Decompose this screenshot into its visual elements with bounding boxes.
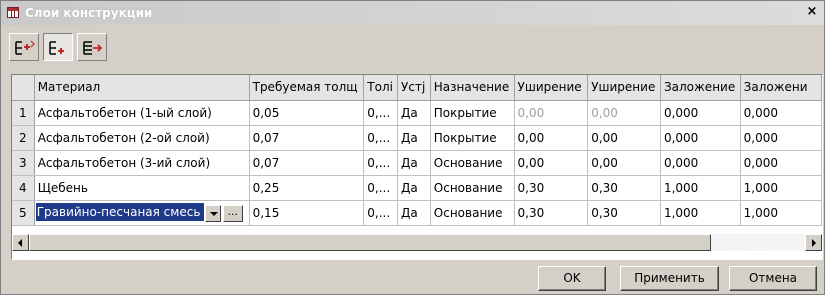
table-row[interactable]: 3 Асфальтобетон (3-ий слой) 0,07 0,... Д…	[12, 150, 822, 176]
insert-row-below-button[interactable]	[43, 33, 73, 61]
row-number[interactable]: 2	[12, 125, 35, 151]
cell-slope-right[interactable]: 1,000	[740, 200, 822, 226]
cell-purpose[interactable]: Покрытие	[430, 100, 515, 126]
cell-thickness[interactable]: 0,...	[363, 175, 399, 201]
close-button[interactable]: ×	[804, 4, 820, 20]
cell-slope-right[interactable]: 0,000	[740, 125, 822, 151]
layers-grid[interactable]: Материал Требуемая толщ Толі Устј Назнач…	[11, 74, 823, 260]
window-title: Слои конструкции	[25, 6, 153, 20]
column-header-slope-left[interactable]: Заложение	[660, 75, 741, 101]
table-row[interactable]: 4 Щебень 0,25 0,... Да Основание 0,30 0,…	[12, 175, 822, 201]
cell-slope-left[interactable]: 0,000	[660, 150, 741, 176]
insert-row-above-button[interactable]	[9, 33, 39, 61]
cell-material[interactable]: Асфальтобетон (2-ой слой)	[34, 125, 250, 151]
column-header-widening-left[interactable]: Уширение	[514, 75, 589, 101]
material-select-value[interactable]: Гравийно-песчаная смесь	[35, 202, 204, 221]
column-header-purpose[interactable]: Назначение	[430, 75, 515, 101]
table-row[interactable]: 2 Асфальтобетон (2-ой слой) 0,07 0,... Д…	[12, 125, 822, 151]
cell-stable[interactable]: Да	[397, 125, 431, 151]
cell-required-thickness[interactable]: 0,07	[249, 150, 365, 176]
cell-widening-right[interactable]: 0,30	[587, 175, 661, 201]
column-header-slope-right[interactable]: Заложени	[740, 75, 822, 101]
cell-required-thickness[interactable]: 0,25	[249, 175, 365, 201]
cell-material[interactable]: Асфальтобетон (3-ий слой)	[34, 150, 250, 176]
scrollbar-thumb[interactable]	[29, 234, 711, 251]
cell-widening-right[interactable]: 0,00	[587, 125, 661, 151]
insert-row-below-icon	[49, 41, 64, 55]
cell-slope-right[interactable]: 0,000	[740, 150, 822, 176]
ellipsis-button[interactable]: ...	[222, 204, 243, 222]
table-icon	[7, 7, 19, 18]
column-header-thickness[interactable]: Толі	[363, 75, 399, 101]
cell-required-thickness[interactable]: 0,07	[249, 125, 365, 151]
cell-material[interactable]: Щебень	[34, 175, 250, 201]
cell-thickness[interactable]: 0,...	[363, 125, 399, 151]
column-header-material[interactable]: Материал	[34, 75, 250, 101]
dropdown-arrow-button[interactable]	[204, 204, 221, 222]
table-row[interactable]: 1 Асфальтобетон (1-ый слой) 0,05 0,... Д…	[12, 100, 822, 126]
cell-stable[interactable]: Да	[397, 100, 431, 126]
cell-widening-left[interactable]: 0,00	[514, 150, 589, 176]
header-row: Материал Требуемая толщ Толі Устј Назнач…	[12, 75, 822, 101]
cell-thickness[interactable]: 0,...	[363, 150, 399, 176]
cell-required-thickness[interactable]: 0,05	[249, 100, 365, 126]
cell-slope-left[interactable]: 0,000	[660, 100, 741, 126]
column-header-required-thickness[interactable]: Требуемая толщ	[249, 75, 365, 101]
cell-slope-left[interactable]: 1,000	[660, 200, 741, 226]
scroll-left-button[interactable]	[12, 234, 29, 251]
append-row-icon	[83, 41, 103, 55]
cell-widening-right[interactable]: 0,00	[587, 100, 661, 126]
cell-slope-right[interactable]: 0,000	[740, 100, 822, 126]
table-row[interactable]: 5 Гравийно-песчаная смесь ... 0,15 0,...…	[12, 200, 822, 226]
row-number[interactable]: 1	[12, 100, 35, 126]
append-row-button[interactable]	[77, 33, 107, 61]
scroll-right-button[interactable]	[805, 234, 822, 251]
cell-purpose[interactable]: Покрытие	[430, 125, 515, 151]
row-number[interactable]: 3	[12, 150, 35, 176]
dialog-window: Слои конструкции × Материал Требуемая то…	[0, 0, 825, 295]
apply-button[interactable]: Применить	[620, 266, 719, 291]
cell-slope-left[interactable]: 0,000	[660, 125, 741, 151]
cell-stable[interactable]: Да	[397, 200, 431, 226]
cell-thickness[interactable]: 0,...	[363, 200, 399, 226]
corner-cell	[12, 75, 35, 101]
cell-material-editor[interactable]: Гравийно-песчаная смесь ...	[34, 200, 250, 226]
row-number[interactable]: 5	[12, 200, 35, 226]
cell-required-thickness[interactable]: 0,15	[249, 200, 365, 226]
ok-button[interactable]: OK	[538, 266, 606, 291]
cell-slope-left[interactable]: 1,000	[660, 175, 741, 201]
cell-stable[interactable]: Да	[397, 175, 431, 201]
cell-purpose[interactable]: Основание	[430, 175, 515, 201]
cell-widening-right[interactable]: 0,30	[587, 200, 661, 226]
cell-purpose[interactable]: Основание	[430, 150, 515, 176]
horizontal-scrollbar[interactable]	[12, 234, 822, 251]
cell-stable[interactable]: Да	[397, 150, 431, 176]
column-header-stable[interactable]: Устј	[397, 75, 431, 101]
cell-widening-left[interactable]: 0,30	[514, 200, 589, 226]
cancel-button[interactable]: Отмена	[729, 266, 817, 291]
cell-slope-right[interactable]: 1,000	[740, 175, 822, 201]
cell-widening-left[interactable]: 0,00	[514, 100, 589, 126]
cell-material[interactable]: Асфальтобетон (1-ый слой)	[34, 100, 250, 126]
cell-widening-left[interactable]: 0,00	[514, 125, 589, 151]
layers-table: Материал Требуемая толщ Толі Устј Назнач…	[12, 75, 822, 226]
cell-purpose[interactable]: Основание	[430, 200, 515, 226]
row-number[interactable]: 4	[12, 175, 35, 201]
title-bar[interactable]: Слои конструкции ×	[1, 1, 824, 25]
cell-thickness[interactable]: 0,...	[363, 100, 399, 126]
cell-widening-left[interactable]: 0,30	[514, 175, 589, 201]
insert-row-above-icon	[15, 40, 35, 55]
column-header-widening-right[interactable]: Уширение	[587, 75, 661, 101]
cell-widening-right[interactable]: 0,00	[587, 150, 661, 176]
